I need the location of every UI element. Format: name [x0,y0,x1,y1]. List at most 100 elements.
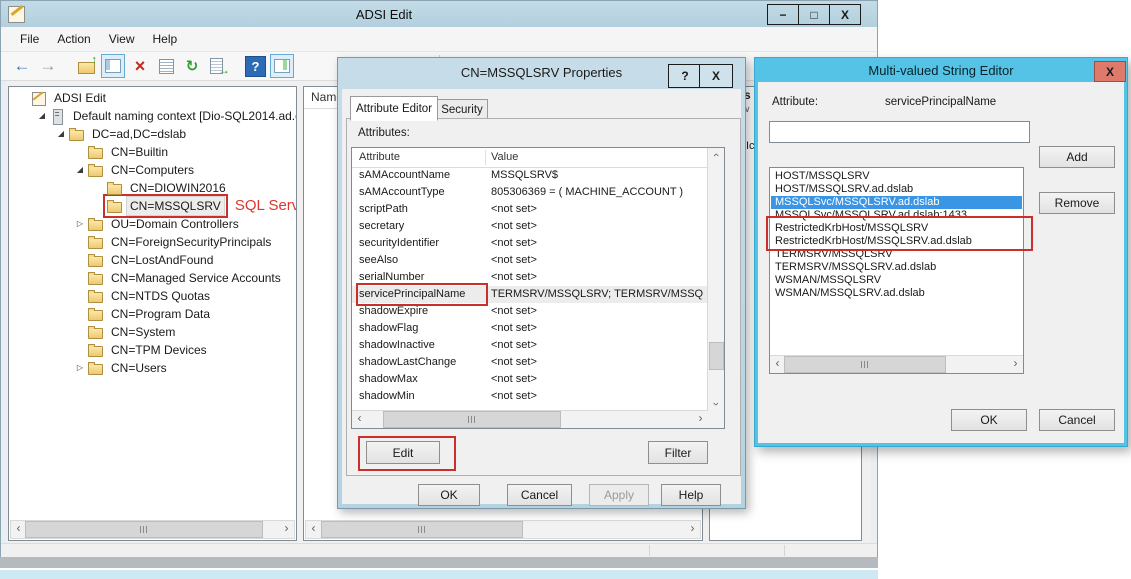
toolbar-separator[interactable] [63,55,71,77]
attribute-row[interactable]: sAMAccountType 805306369 = ( MACHINE_ACC… [352,184,708,201]
properties-icon[interactable] [155,55,177,77]
attribute-row[interactable]: seeAlso <not set> [352,252,708,269]
scrollbar-thumb[interactable] [25,521,263,538]
export-list-icon[interactable]: → [207,55,229,77]
tree-expander-icon[interactable]: ▷ [74,215,86,233]
tree-expander-icon[interactable]: ◢ [36,107,48,125]
menu-item[interactable]: Help [144,29,187,49]
value-item[interactable]: MSSQLSvc/MSSQLSRV.ad.dslab [771,196,1022,209]
attribute-row[interactable]: shadowExpire <not set> [352,303,708,320]
attribute-row[interactable]: shadowLastChange <not set> [352,354,708,371]
value-item[interactable]: TERMSRV/MSSQLSRV [771,248,1022,261]
apply-button[interactable]: Apply [589,484,649,506]
scrollbar-thumb[interactable] [321,521,523,538]
tree-item[interactable]: ▷ CN=Users [9,359,296,377]
scroll-left-icon[interactable]: ‹ [770,356,785,371]
value-to-add-input[interactable] [769,121,1030,143]
close-icon[interactable]: X [1094,61,1126,82]
scroll-left-icon[interactable]: ‹ [11,521,26,536]
tree-item[interactable]: ADSI Edit [9,89,296,107]
show-action-pane-icon[interactable] [270,54,294,78]
scroll-right-icon[interactable]: › [279,521,294,536]
values-hscrollbar[interactable]: ‹ › [770,355,1023,373]
value-item[interactable]: HOST/MSSQLSRV [771,170,1022,183]
up-one-level-icon[interactable]: ↑ [75,55,97,77]
value-item[interactable]: WSMAN/MSSQLSRV.ad.dslab [771,287,1022,300]
ok-button[interactable]: OK [418,484,480,506]
scroll-right-icon[interactable]: › [693,411,708,426]
refresh-icon[interactable]: ↻ [181,55,203,77]
tab-attribute-editor[interactable]: Attribute Editor [350,96,438,121]
attribute-row[interactable]: shadowMax <not set> [352,371,708,388]
delete-icon[interactable]: × [129,55,151,77]
tree-item[interactable]: CN=LostAndFound [9,251,296,269]
tree-item[interactable]: CN=Managed Service Accounts [9,269,296,287]
value-item[interactable]: RestrictedKrbHost/MSSQLSRV.ad.dslab [771,235,1022,248]
remove-button[interactable]: Remove [1039,192,1115,214]
scroll-right-icon[interactable]: › [1008,356,1023,371]
attribute-row[interactable]: sAMAccountName MSSQLSRV$ [352,167,708,184]
tree-item[interactable]: CN=NTDS Quotas [9,287,296,305]
menu-item[interactable]: Action [48,29,99,49]
attribute-column-header[interactable]: Attribute [359,151,400,163]
scroll-right-icon[interactable]: › [685,521,700,536]
edit-button[interactable]: Edit [366,441,440,464]
tree-item[interactable]: CN=MSSQLSRV SQL Server Host [9,197,296,215]
value-column-header[interactable]: Value [491,151,518,163]
scroll-down-icon[interactable]: ‹ [708,397,723,411]
filter-button[interactable]: Filter [648,441,708,464]
scrollbar-thumb[interactable] [383,411,561,428]
value-item[interactable]: HOST/MSSQLSRV.ad.dslab [771,183,1022,196]
attribute-row[interactable]: shadowInactive <not set> [352,337,708,354]
tree-item[interactable]: ◢ Default naming context [Dio-SQL2014.ad… [9,107,296,125]
tree-item[interactable]: ◢ DC=ad,DC=dslab [9,125,296,143]
cancel-button[interactable]: Cancel [1039,409,1115,431]
forward-icon[interactable]: → [37,55,59,77]
toolbar-separator[interactable] [233,55,241,77]
tree-hscrollbar[interactable]: ‹ › [10,520,295,539]
attribute-row[interactable]: secretary <not set> [352,218,708,235]
value-item[interactable]: RestrictedKrbHost/MSSQLSRV [771,222,1022,235]
close-icon[interactable]: X [699,64,733,88]
scroll-left-icon[interactable]: ‹ [352,411,367,426]
tree-item[interactable]: CN=Builtin [9,143,296,161]
help-icon[interactable]: ? [245,56,266,77]
back-icon[interactable]: ← [11,55,33,77]
maximize-button[interactable]: □ [798,4,830,25]
list-hscrollbar[interactable]: ‹ › [305,520,701,539]
help-button[interactable]: Help [661,484,721,506]
column-divider[interactable] [485,150,486,165]
attribute-row[interactable]: scriptPath <not set> [352,201,708,218]
close-button[interactable]: X [829,4,861,25]
scrollbar-thumb[interactable] [709,342,724,370]
help-icon[interactable]: ? [668,64,702,88]
scroll-up-icon[interactable]: ‹ [708,148,723,162]
add-button[interactable]: Add [1039,146,1115,168]
show-console-tree-icon[interactable] [101,54,125,78]
attribute-row[interactable]: shadowFlag <not set> [352,320,708,337]
scroll-left-icon[interactable]: ‹ [306,521,321,536]
value-item[interactable]: MSSQLSvc/MSSQLSRV.ad.dslab:1433 [771,209,1022,222]
attribute-row[interactable]: shadowMin <not set> [352,388,708,405]
attribute-row[interactable]: securityIdentifier <not set> [352,235,708,252]
tree-expander-icon[interactable]: ▷ [74,359,86,377]
tree-expander-icon[interactable]: ◢ [74,161,86,179]
tree-item[interactable]: ▷ OU=Domain Controllers [9,215,296,233]
scrollbar-thumb[interactable] [784,356,946,373]
cancel-button[interactable]: Cancel [507,484,572,506]
tree-item[interactable]: CN=DIOWIN2016 [9,179,296,197]
attributes-hscrollbar[interactable]: ‹ › [352,410,708,428]
tree-item[interactable]: ◢ CN=Computers [9,161,296,179]
value-item[interactable]: WSMAN/MSSQLSRV [771,274,1022,287]
tree-item[interactable]: CN=System [9,323,296,341]
minimize-button[interactable]: − [767,4,799,25]
attribute-row[interactable]: serialNumber <not set> [352,269,708,286]
ok-button[interactable]: OK [951,409,1027,431]
tree-item[interactable]: CN=ForeignSecurityPrincipals [9,233,296,251]
value-item[interactable]: TERMSRV/MSSQLSRV.ad.dslab [771,261,1022,274]
tree-item[interactable]: CN=Program Data [9,305,296,323]
attributes-vscrollbar[interactable]: ‹ ‹ [707,148,724,411]
menu-item[interactable]: View [100,29,144,49]
menu-item[interactable]: File [11,29,48,49]
tree-item[interactable]: CN=TPM Devices [9,341,296,359]
